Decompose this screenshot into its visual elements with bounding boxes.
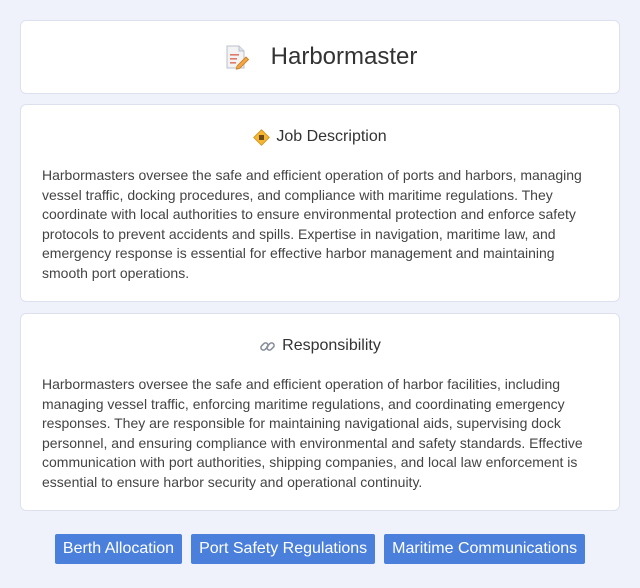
link-icon [260,341,276,351]
diamond-badge-icon [253,128,271,146]
tag-list: Berth Allocation Port Safety Regulations… [0,534,640,564]
job-description-header: Job Description [21,127,619,147]
tag-maritime-communications[interactable]: Maritime Communications [384,534,586,564]
responsibility-text: Harbormasters oversee the safe and effic… [42,376,583,490]
title-card: Harbormaster [20,20,620,94]
title-row: Harbormaster [21,21,619,93]
responsibility-card: Responsibility Harbormasters oversee the… [20,313,620,511]
job-description-card: Job Description Harbormasters oversee th… [20,104,620,302]
job-description-text: Harbormasters oversee the safe and effic… [42,167,582,281]
document-pencil-icon [226,45,249,70]
responsibility-header: Responsibility [21,336,619,356]
tag-berth-allocation[interactable]: Berth Allocation [54,534,183,564]
tag-port-safety-regulations[interactable]: Port Safety Regulations [191,534,376,564]
page-title: Harbormaster [270,43,418,70]
responsibility-heading: Responsibility [282,337,381,354]
job-description-heading: Job Description [276,128,387,145]
